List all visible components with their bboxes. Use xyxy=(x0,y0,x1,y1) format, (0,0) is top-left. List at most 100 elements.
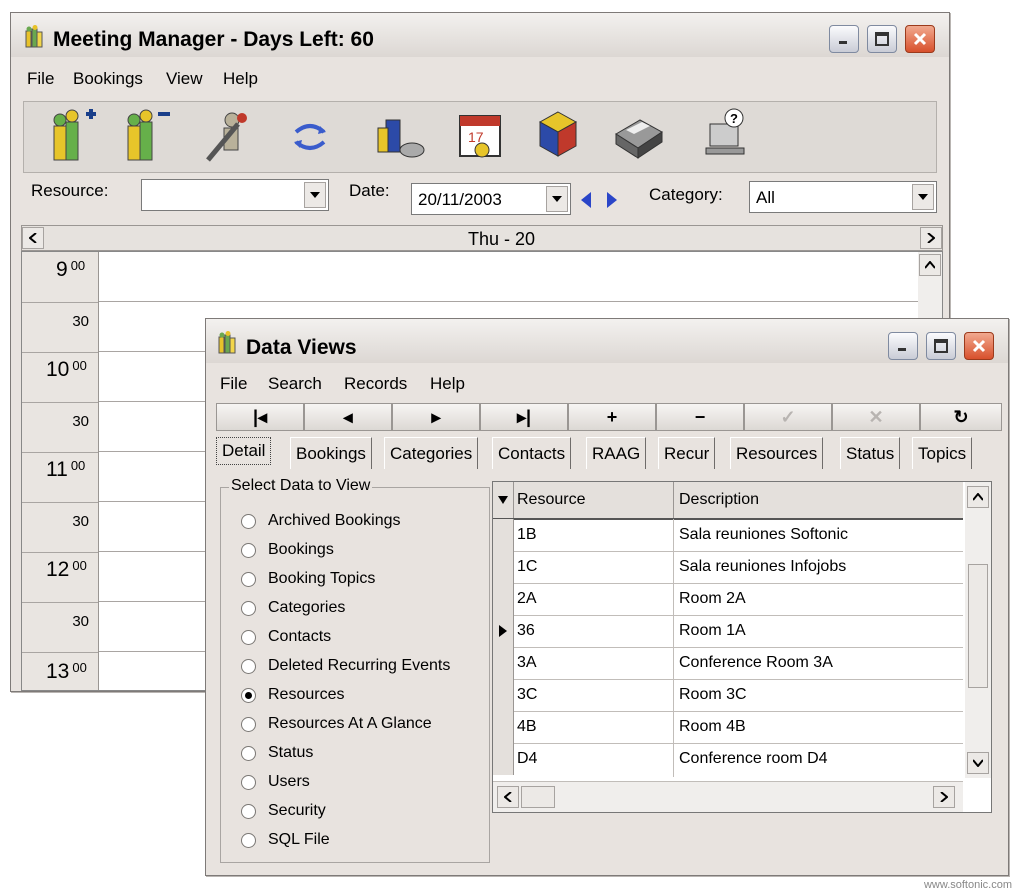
next-day-button[interactable] xyxy=(920,227,942,249)
category-select[interactable]: All xyxy=(749,181,937,213)
next-record-button[interactable]: ▸ xyxy=(392,403,480,431)
column-divider xyxy=(673,482,674,518)
row-indicator xyxy=(493,711,514,743)
remove-booking-button[interactable] xyxy=(120,106,176,166)
menu-search[interactable]: Search xyxy=(268,374,322,394)
table-row[interactable]: 4B Room 4B xyxy=(493,711,963,744)
table-row[interactable]: 3C Room 3C xyxy=(493,679,963,712)
close-button[interactable] xyxy=(905,25,935,53)
data-views-title-bar[interactable]: Data Views xyxy=(206,319,1008,363)
resource-select[interactable] xyxy=(141,179,329,211)
option-security[interactable]: Security xyxy=(241,800,326,822)
menu-help[interactable]: Help xyxy=(430,374,465,394)
close-button[interactable] xyxy=(964,332,994,360)
last-record-button[interactable]: ▸| xyxy=(480,403,568,431)
cancel-record-button[interactable]: ✕ xyxy=(832,403,920,431)
tab-topics[interactable]: Topics xyxy=(912,437,973,469)
first-record-button[interactable]: |◂ xyxy=(216,403,304,431)
menu-file[interactable]: File xyxy=(220,374,247,394)
chevron-down-icon[interactable] xyxy=(912,184,934,210)
table-row[interactable]: 1B Sala reuniones Softonic xyxy=(493,519,963,552)
day-header-bar: Thu - 20 xyxy=(21,225,943,251)
refresh-records-button[interactable]: ↻ xyxy=(920,403,1002,431)
table-row[interactable]: 1C Sala reuniones Infojobs xyxy=(493,551,963,584)
scroll-thumb[interactable] xyxy=(968,564,988,688)
chevron-down-icon[interactable] xyxy=(304,182,326,208)
grid-horizontal-scrollbar[interactable] xyxy=(493,781,963,812)
radio-icon xyxy=(241,571,256,587)
maximize-button[interactable] xyxy=(926,332,956,360)
resource-grid[interactable]: Resource Description 1B Sala reuniones So… xyxy=(492,481,992,813)
option-booking-topics[interactable]: Booking Topics xyxy=(241,568,375,590)
option-resources[interactable]: Resources xyxy=(241,684,344,706)
column-header-description[interactable]: Description xyxy=(679,491,759,509)
svg-text:?: ? xyxy=(730,111,738,126)
table-row[interactable]: D4 Conference room D4 xyxy=(493,743,963,775)
table-row[interactable]: 3A Conference Room 3A xyxy=(493,647,963,680)
option-deleted-recurring-events[interactable]: Deleted Recurring Events xyxy=(241,655,450,677)
grid-vertical-scrollbar[interactable] xyxy=(965,482,991,778)
option-sql-file[interactable]: SQL File xyxy=(241,829,330,851)
print-button[interactable] xyxy=(610,106,666,166)
menu-records[interactable]: Records xyxy=(344,374,407,394)
prev-date-button[interactable] xyxy=(577,187,595,213)
tab-categories[interactable]: Categories xyxy=(384,437,479,469)
prev-record-button[interactable]: ◂ xyxy=(304,403,392,431)
maximize-button[interactable] xyxy=(867,25,897,53)
minimize-button[interactable] xyxy=(829,25,859,53)
cell-description: Conference Room 3A xyxy=(679,654,833,671)
cell-description: Room 4B xyxy=(679,718,746,735)
help-button[interactable]: ? xyxy=(700,106,756,166)
resources-button[interactable] xyxy=(374,106,430,166)
option-resources-at-a-glance[interactable]: Resources At A Glance xyxy=(241,713,432,735)
option-categories[interactable]: Categories xyxy=(241,597,345,619)
edit-booking-icon xyxy=(206,112,247,162)
scroll-left-button[interactable] xyxy=(497,786,519,808)
calendar-button[interactable]: 17 xyxy=(454,106,510,166)
data-views-window: Data Views File Search Records Help |◂ ◂… xyxy=(205,318,1009,876)
title-bar[interactable]: Meeting Manager - Days Left: 60 xyxy=(11,13,949,57)
edit-booking-button[interactable] xyxy=(198,106,254,166)
delete-record-button[interactable]: − xyxy=(656,403,744,431)
tab-raag[interactable]: RAAG xyxy=(586,437,647,469)
insert-record-button[interactable]: + xyxy=(568,403,656,431)
horizontal-scroll-thumb[interactable] xyxy=(521,786,555,808)
categories-button[interactable] xyxy=(534,106,590,166)
tab-strip: Detail Bookings Categories Contacts RAAG… xyxy=(212,437,1002,471)
scroll-right-button[interactable] xyxy=(933,786,955,808)
menu-file[interactable]: File xyxy=(27,69,54,89)
menu-view[interactable]: View xyxy=(166,69,203,89)
option-bookings[interactable]: Bookings xyxy=(241,539,334,561)
scroll-up-button[interactable] xyxy=(919,254,941,276)
chevron-up-icon xyxy=(973,493,983,501)
select-data-group: Select Data to View Archived Bookings Bo… xyxy=(220,477,490,863)
tab-bookings[interactable]: Bookings xyxy=(290,437,372,469)
chevron-down-icon[interactable] xyxy=(546,186,568,212)
post-record-button[interactable]: ✓ xyxy=(744,403,832,431)
refresh-button[interactable] xyxy=(282,106,338,166)
option-contacts[interactable]: Contacts xyxy=(241,626,331,648)
table-row-current[interactable]: 36 Room 1A xyxy=(493,615,963,648)
add-booking-button[interactable] xyxy=(46,106,102,166)
cell-description: Room 2A xyxy=(679,590,746,607)
maximize-icon xyxy=(868,26,896,52)
scroll-down-button[interactable] xyxy=(967,752,989,774)
date-picker[interactable]: 20/11/2003 xyxy=(411,183,571,215)
column-header-resource[interactable]: Resource xyxy=(517,491,585,509)
tab-recur[interactable]: Recur xyxy=(658,437,716,469)
tab-detail[interactable]: Detail xyxy=(216,437,272,465)
minimize-button[interactable] xyxy=(888,332,918,360)
table-row[interactable]: 2A Room 2A xyxy=(493,583,963,616)
tab-status[interactable]: Status xyxy=(840,437,901,469)
scroll-up-button[interactable] xyxy=(967,486,989,508)
next-date-button[interactable] xyxy=(603,187,621,213)
menu-help[interactable]: Help xyxy=(223,69,258,89)
option-users[interactable]: Users xyxy=(241,771,310,793)
option-status[interactable]: Status xyxy=(241,742,313,764)
cell-resource: 3A xyxy=(517,654,537,671)
menu-bookings[interactable]: Bookings xyxy=(73,69,143,89)
tab-resources[interactable]: Resources xyxy=(730,437,824,469)
prev-day-button[interactable] xyxy=(22,227,44,249)
tab-contacts[interactable]: Contacts xyxy=(492,437,572,469)
option-archived-bookings[interactable]: Archived Bookings xyxy=(241,510,401,532)
